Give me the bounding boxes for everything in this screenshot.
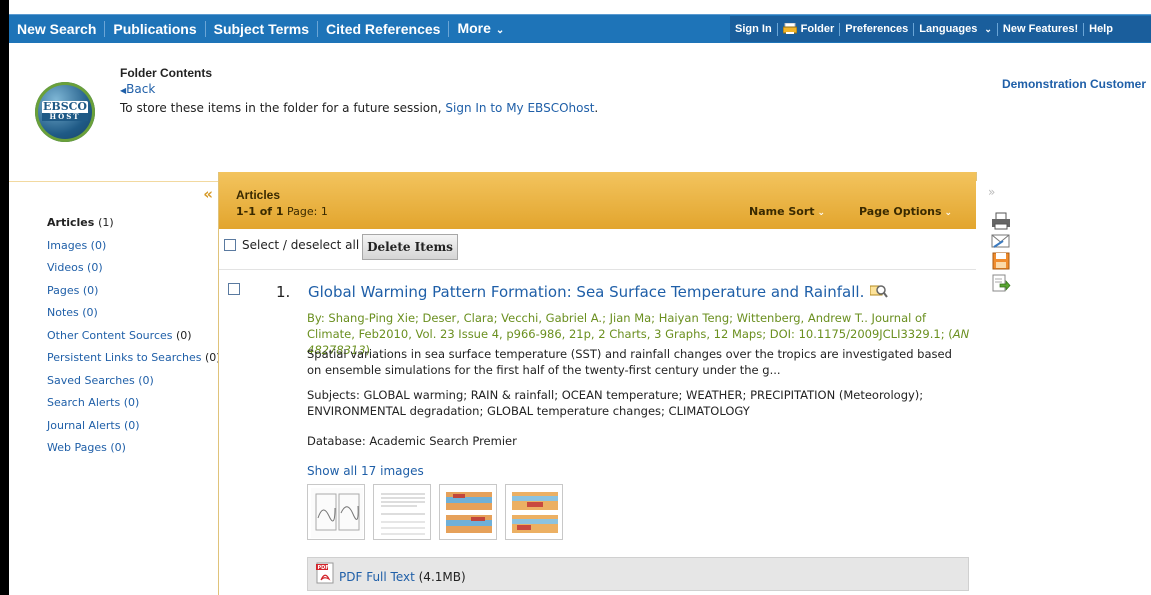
ebscohost-logo[interactable]: EBSCO HOST <box>35 82 95 142</box>
folder-icon <box>782 23 797 34</box>
sidebar-item-journal-alerts[interactable]: Journal Alerts (0) <box>47 415 221 438</box>
image-thumbnail-3[interactable] <box>439 484 497 540</box>
pdf-full-text-bar: PDF PDF Full Text (4.1MB) <box>307 557 969 591</box>
section-title: Articles <box>236 188 281 202</box>
nav-new-features[interactable]: New Features! <box>998 22 1085 36</box>
sign-in-link[interactable]: Sign In to My EBSCOhost <box>445 101 594 115</box>
tools-panel: » <box>976 181 1151 595</box>
export-icon[interactable] <box>991 273 1011 293</box>
chevron-down-icon: ⌄ <box>944 208 953 218</box>
result-abstract: Spatial variations in sea surface temper… <box>307 347 952 377</box>
sort-label: Name Sort <box>749 205 815 218</box>
nav-preferences[interactable]: Preferences <box>840 22 915 36</box>
show-all-images-link[interactable]: Show all 17 images <box>307 464 424 478</box>
sidebar-item-articles[interactable]: Articles (1) <box>47 212 221 235</box>
collapse-right-icon[interactable]: » <box>988 185 995 199</box>
pdf-full-text-link[interactable]: PDF Full Text (4.1MB) <box>339 570 466 584</box>
customer-name: Demonstration Customer <box>1001 77 1146 91</box>
select-all-control: Select / deselect all <box>224 238 359 252</box>
sidebar-item-web-pages[interactable]: Web Pages (0) <box>47 437 221 460</box>
image-thumbnail-2[interactable] <box>373 484 431 540</box>
nav-sign-in[interactable]: Sign In <box>730 22 778 36</box>
save-icon[interactable] <box>991 251 1011 271</box>
store-notice: To store these items in the folder for a… <box>120 101 599 115</box>
nav-left: New Search Publications Subject Terms Ci… <box>9 15 512 43</box>
select-all-checkbox[interactable] <box>224 239 236 251</box>
image-thumbnail-1[interactable] <box>307 484 365 540</box>
back-link[interactable]: ◀Back <box>120 82 155 96</box>
pdf-icon[interactable]: PDF <box>316 562 336 584</box>
nav-subject-terms[interactable]: Subject Terms <box>206 21 319 37</box>
nav-languages[interactable]: Languages ⌄ <box>914 22 998 36</box>
svg-text:PDF: PDF <box>318 565 329 571</box>
folder-sidebar: « Articles (1) Images (0) Videos (0) Pag… <box>9 181 221 595</box>
back-label: Back <box>126 82 156 96</box>
nav-more-label: More <box>457 19 491 36</box>
folder-categories: Articles (1) Images (0) Videos (0) Pages… <box>47 212 221 460</box>
sidebar-item-videos[interactable]: Videos (0) <box>47 257 221 280</box>
logo-text: EBSCO HOST <box>42 100 88 121</box>
sidebar-item-notes[interactable]: Notes (0) <box>47 302 221 325</box>
sidebar-item-search-alerts[interactable]: Search Alerts (0) <box>47 392 221 415</box>
nav-new-search[interactable]: New Search <box>9 21 106 37</box>
result-title-row: Global Warming Pattern Formation: Sea Su… <box>308 283 889 301</box>
nav-cited-references[interactable]: Cited References <box>318 21 450 37</box>
results-panel: Articles 1-1 of 1 Page: 1 Name Sort ⌄ Pag… <box>218 172 977 595</box>
chevron-down-icon: ⌄ <box>495 24 505 36</box>
results-toolbar: Select / deselect all Delete Items <box>219 229 976 270</box>
select-all-label: Select / deselect all <box>242 238 360 252</box>
image-thumbnails <box>307 484 563 540</box>
nav-help[interactable]: Help <box>1084 23 1118 36</box>
collapse-left-icon[interactable]: « <box>203 185 213 203</box>
left-edge <box>0 0 9 595</box>
nav-folder[interactable]: Folder <box>778 22 841 36</box>
sort-dropdown[interactable]: Name Sort ⌄ <box>749 205 825 218</box>
top-edge <box>0 0 1151 9</box>
result-checkbox[interactable] <box>228 283 240 295</box>
chevron-down-icon: ⌄ <box>984 23 992 34</box>
nav-right: Sign In Folder Preferences Languages ⌄ Ne… <box>730 16 1151 42</box>
nav-folder-label: Folder <box>800 22 835 35</box>
sidebar-item-saved-searches[interactable]: Saved Searches (0) <box>47 370 221 393</box>
results-header: Articles 1-1 of 1 Page: 1 Name Sort ⌄ Pag… <box>219 172 976 229</box>
chevron-down-icon: ⌄ <box>817 208 826 218</box>
nav-more[interactable]: More ⌄ <box>449 20 512 39</box>
sidebar-item-persistent-links[interactable]: Persistent Links to Searches (0) <box>47 347 221 370</box>
result-title-link[interactable]: Global Warming Pattern Formation: Sea Su… <box>308 283 864 301</box>
page: New Search Publications Subject Terms Ci… <box>0 0 1151 595</box>
page-header: EBSCO HOST Folder Contents ◀Back To store… <box>9 44 1151 179</box>
print-icon[interactable] <box>991 211 1011 231</box>
page-options-dropdown[interactable]: Page Options ⌄ <box>859 205 952 218</box>
page-options-label: Page Options <box>859 205 942 218</box>
results-count: 1-1 of 1 Page: 1 <box>236 205 328 218</box>
sidebar-item-other-content[interactable]: Other Content Sources (0) <box>47 325 221 348</box>
nav-publications[interactable]: Publications <box>105 21 206 37</box>
pdf-size: (4.1MB) <box>418 570 466 584</box>
top-nav: New Search Publications Subject Terms Ci… <box>9 14 1151 43</box>
page-title: Folder Contents <box>120 66 212 80</box>
result-number: 1. <box>276 283 291 301</box>
delete-items-button[interactable]: Delete Items <box>362 234 458 260</box>
nav-languages-label: Languages <box>919 22 978 35</box>
preview-magnifier-icon[interactable] <box>870 283 889 299</box>
sidebar-item-images[interactable]: Images (0) <box>47 235 221 258</box>
sidebar-item-pages[interactable]: Pages (0) <box>47 280 221 303</box>
image-thumbnail-4[interactable] <box>505 484 563 540</box>
result-database: Database: Academic Search Premier <box>307 434 517 448</box>
email-icon[interactable] <box>991 231 1011 251</box>
result-subjects: Subjects: GLOBAL warming; RAIN & rainfal… <box>307 388 924 418</box>
